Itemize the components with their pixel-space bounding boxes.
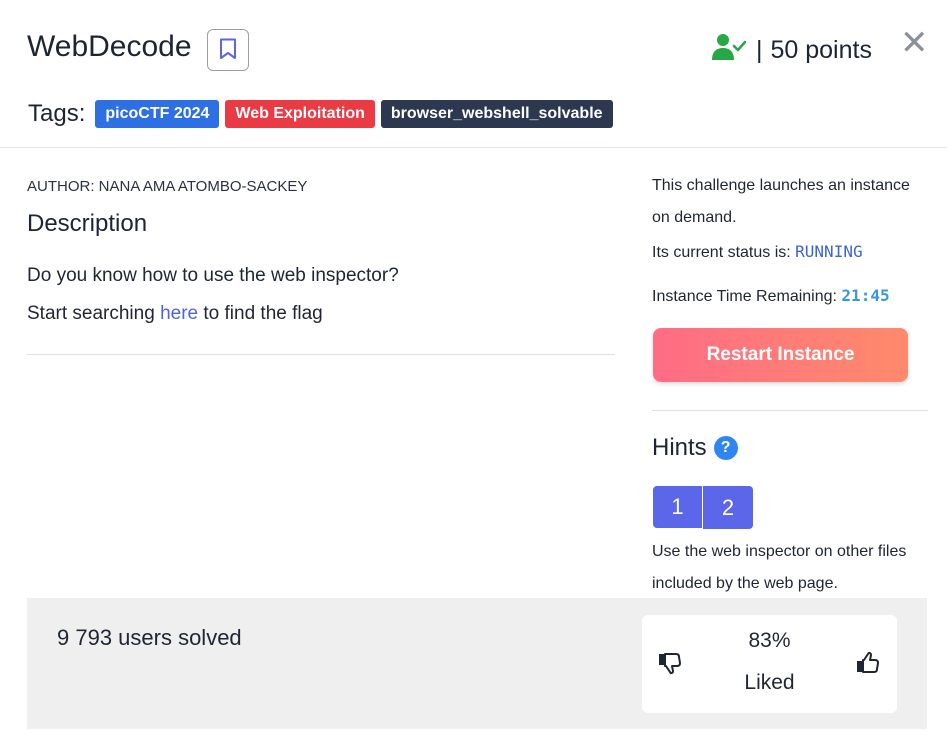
here-link[interactable]: here — [160, 303, 198, 324]
tag-picoctf[interactable]: picoCTF 2024 — [95, 100, 220, 128]
time-label: Instance Time Remaining: — [652, 288, 842, 305]
help-icon[interactable]: ? — [713, 436, 738, 460]
stats-footer: 9 793 users solved 83% Liked — [27, 598, 927, 729]
instance-intro: This challenge launches an instance on d… — [652, 177, 910, 226]
hint-content: Use the web inspector on other files inc… — [652, 543, 907, 592]
hints-title: Hints — [652, 434, 707, 461]
hint-tabs: 1 2 — [653, 486, 753, 529]
description-line-1: Do you know how to use the web inspector… — [27, 265, 399, 286]
description-text: Start searching — [27, 303, 161, 324]
instance-panel: This challenge launches an instance on d… — [652, 170, 928, 269]
user-check-icon — [712, 33, 747, 68]
instance-divider — [652, 410, 928, 411]
time-remaining-value: 21:45 — [841, 286, 890, 305]
points-separator: | — [756, 36, 763, 64]
bookmark-icon — [219, 38, 237, 63]
instance-time: Instance Time Remaining: 21:45 — [652, 286, 890, 306]
bookmark-button[interactable] — [207, 29, 249, 71]
status-label: Its current status is: — [652, 244, 796, 261]
challenge-header: WebDecode | 50 points ✕ Tags: picoCTF 20… — [0, 0, 947, 148]
description-line-2: Start searching here to find the flag — [27, 303, 323, 325]
tag-browser-webshell[interactable]: browser_webshell_solvable — [380, 100, 613, 128]
restart-instance-button[interactable]: Restart Instance — [653, 328, 908, 382]
hint-tab-1[interactable]: 1 — [653, 486, 703, 528]
hints-heading: Hints ? — [652, 434, 738, 462]
description-text-suffix: to find the flag — [198, 303, 323, 324]
tag-web-exploitation[interactable]: Web Exploitation — [225, 100, 375, 128]
challenge-title: WebDecode — [27, 30, 192, 63]
instance-status: Its current status is: RUNNING — [652, 236, 928, 269]
like-card: 83% Liked — [642, 615, 897, 713]
description-heading: Description — [27, 210, 148, 237]
users-solved: 9 793 users solved — [57, 625, 242, 650]
tag-list: Tags: picoCTF 2024 Web Exploitation brow… — [28, 100, 619, 128]
status-value: RUNNING — [795, 242, 863, 261]
thumbs-up-icon[interactable] — [855, 651, 881, 680]
author-line: AUTHOR: NANA AMA ATOMBO-SACKEY — [27, 178, 308, 195]
points-display: | 50 points — [712, 33, 872, 68]
close-icon[interactable]: ✕ — [900, 26, 929, 60]
points-value: 50 points — [770, 36, 872, 64]
liked-percentage: 83% — [748, 629, 791, 652]
tags-label: Tags: — [28, 100, 86, 127]
hint-tab-2[interactable]: 2 — [703, 486, 753, 529]
description-divider — [27, 354, 615, 355]
